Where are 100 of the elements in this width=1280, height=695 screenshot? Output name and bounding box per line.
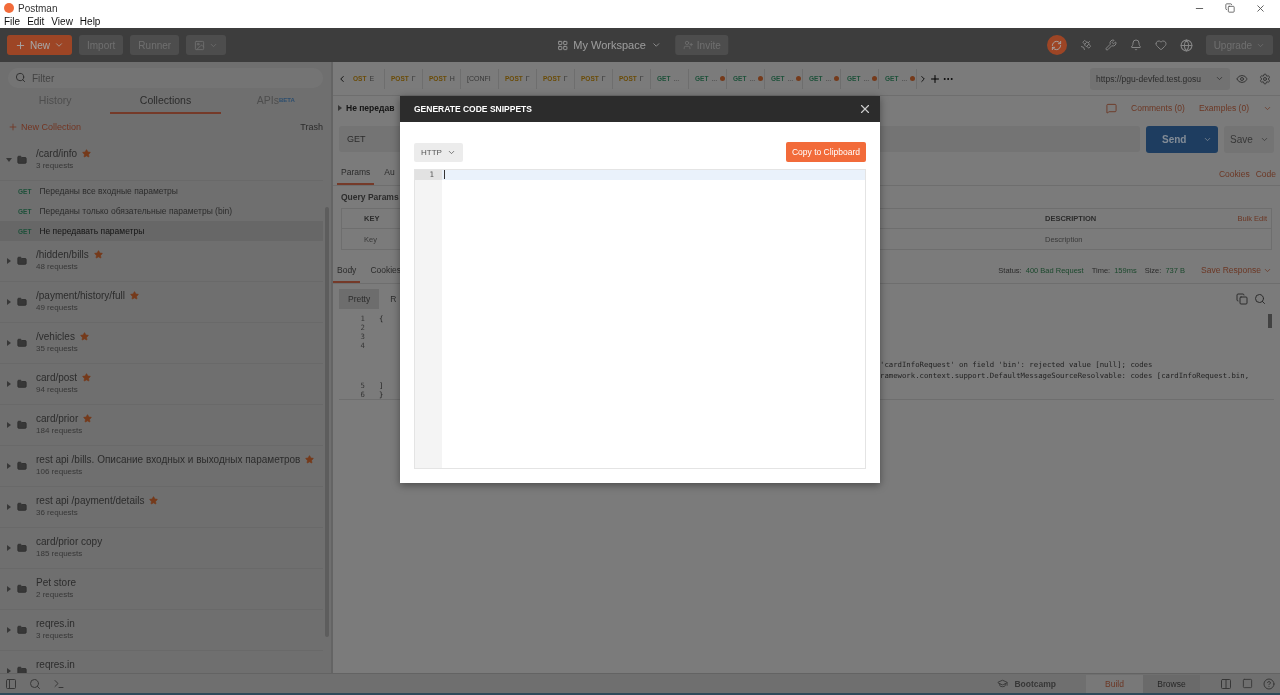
close-icon [858, 102, 872, 116]
close-button[interactable] [858, 102, 872, 116]
mode-tab[interactable]: Browse [1143, 674, 1200, 693]
dialog-title: GENERATE CODE SNIPPETS [414, 104, 532, 114]
response-tab[interactable]: Body [333, 265, 361, 283]
request-option-tab[interactable]: Params [337, 167, 375, 185]
search-icon [15, 72, 26, 83]
scrollbar[interactable] [1268, 314, 1272, 328]
add-tab-icon[interactable] [929, 72, 941, 85]
folder-icon [17, 461, 27, 471]
request-option-tab[interactable]: Au [380, 167, 399, 185]
collection-name: card/prior [36, 413, 93, 424]
expand-caret-icon[interactable] [6, 586, 12, 592]
two-pane-icon[interactable] [1220, 677, 1232, 690]
menu-item[interactable]: Edit [27, 16, 45, 28]
folder-icon [17, 584, 27, 594]
mode-tab[interactable]: Build [1086, 674, 1143, 693]
collapse-caret-icon[interactable] [6, 157, 12, 163]
collection-name: Pet store [36, 577, 77, 588]
expand-caret-icon[interactable] [6, 504, 12, 510]
layout-icon[interactable] [1242, 678, 1253, 689]
plus-icon [8, 122, 18, 132]
text-cursor [444, 170, 445, 179]
language-select[interactable]: HTTP [414, 142, 463, 162]
new-button[interactable]: New [7, 35, 72, 55]
close-icon[interactable] [1255, 2, 1266, 14]
user-plus-icon [682, 40, 693, 50]
expand-caret-icon[interactable] [6, 299, 12, 305]
folder-icon [17, 625, 27, 635]
expand-caret-icon[interactable] [6, 258, 12, 264]
expand-caret-icon[interactable] [6, 545, 12, 551]
expand-caret-icon[interactable] [6, 340, 12, 346]
grid-icon [557, 39, 569, 51]
satellite-icon[interactable] [1079, 39, 1092, 51]
caret-icon [54, 40, 64, 50]
collection-name: rest api /payment/details [36, 495, 159, 506]
new-window-button[interactable] [186, 35, 227, 55]
collection-name: rest api /bills. Описание входных и выходных параметров [36, 454, 315, 465]
collection-name: reqres.in [36, 659, 75, 670]
scroll-left-icon[interactable] [337, 73, 347, 84]
sidebar-toggle-icon[interactable] [5, 677, 17, 690]
caret-icon [650, 40, 661, 50]
globe-icon[interactable] [1179, 38, 1193, 52]
trash-link[interactable]: Trash [300, 122, 323, 132]
examples-link[interactable]: Examples (0) [1198, 103, 1249, 113]
bell-icon[interactable] [1129, 39, 1142, 51]
help-icon[interactable] [1263, 677, 1275, 690]
graduation-cap-icon [997, 678, 1009, 689]
app-logo [4, 3, 14, 13]
save-response-button[interactable]: Save Response [1201, 265, 1272, 275]
search-icon[interactable] [1254, 293, 1266, 305]
bootcamp-link[interactable]: Bootcamp [997, 678, 1056, 689]
search-icon[interactable] [29, 677, 41, 690]
section-title: Query Params [340, 191, 400, 204]
expand-caret-icon[interactable] [6, 381, 12, 387]
menu-item[interactable]: View [51, 16, 73, 28]
window-title: Postman [18, 2, 58, 14]
heart-icon[interactable] [1154, 39, 1167, 51]
menu-item[interactable]: Help [79, 16, 101, 28]
request-link[interactable]: Code [1255, 169, 1276, 179]
sidebar-tab[interactable]: Collections [110, 88, 221, 114]
scroll-right-icon[interactable] [918, 73, 928, 84]
comments-link[interactable]: Comments (0) [1131, 103, 1185, 113]
send-button[interactable]: Send [1146, 125, 1218, 153]
workspace-button[interactable]: My Workspace [551, 38, 667, 52]
view-tab[interactable]: Pretty [339, 289, 380, 309]
expand-caret-icon[interactable] [6, 627, 12, 633]
menu-item[interactable]: File [4, 16, 21, 28]
collection-name: /vehicles [36, 331, 89, 342]
folder-icon [17, 297, 27, 307]
restore-icon[interactable] [1225, 2, 1235, 13]
collection-name: /hidden/bills [36, 249, 103, 260]
collection-name: card/post [36, 372, 92, 383]
expand-caret-icon[interactable] [6, 422, 12, 428]
request-link[interactable]: Cookies [1218, 169, 1250, 179]
folder-icon [17, 543, 27, 553]
folder-icon [17, 666, 27, 673]
new-collection-link[interactable]: New Collection [8, 122, 82, 132]
eye-icon[interactable] [1236, 72, 1248, 85]
save-button[interactable]: Save [1224, 125, 1274, 153]
plus-icon [15, 39, 26, 51]
expand-caret-icon[interactable] [337, 105, 343, 111]
expand-caret-icon[interactable] [6, 463, 12, 469]
caret-icon [1215, 74, 1224, 83]
folder-icon [17, 338, 27, 348]
copy-button[interactable]: Copy to Clipboard [785, 142, 866, 162]
request-name: Не передав [346, 103, 395, 113]
folder-icon [17, 256, 27, 266]
folder-icon [17, 155, 27, 165]
collection-name: reqres.in [36, 618, 75, 629]
sync-button[interactable] [1046, 35, 1067, 55]
collection-name: /card/info [36, 148, 92, 159]
comment-icon [1106, 102, 1118, 114]
copy-icon[interactable] [1236, 293, 1248, 305]
collection-name: /payment/history/full [36, 290, 139, 301]
console-icon[interactable] [53, 677, 65, 690]
environment-select[interactable]: https://pgu-devfed.test.gosu [1090, 67, 1230, 90]
folder-icon [17, 420, 27, 430]
folder-icon [17, 502, 27, 512]
folder-icon [17, 379, 27, 389]
